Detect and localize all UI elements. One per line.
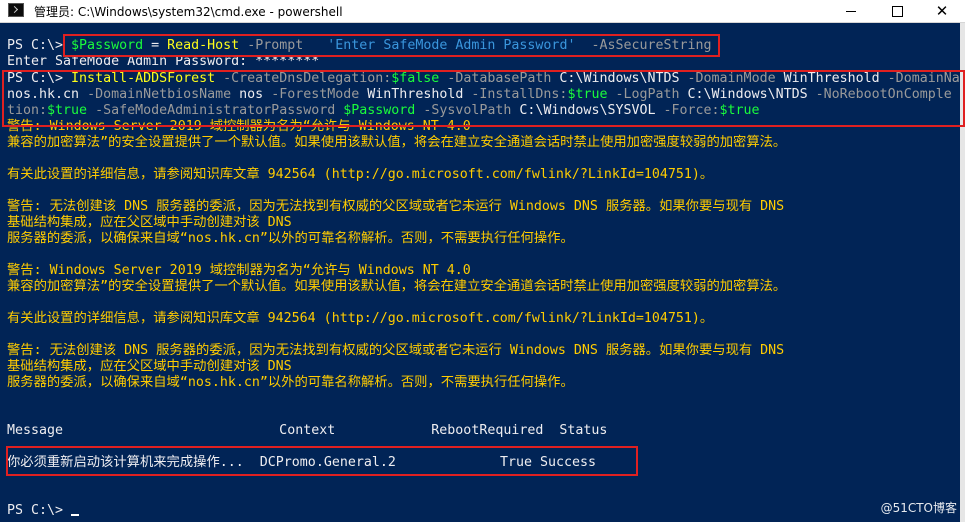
warning-line: 兼容的加密算法”的安全设置提供了一个默认值。如果使用该默认值，将会在建立安全通道… bbox=[7, 279, 787, 294]
warning-line: 警告: Windows Server 2019 域控制器为名为“允许与 Wind… bbox=[7, 263, 471, 278]
warning-line: 服务器的委派，以确保来自域“nos.hk.cn”以外的可靠名称解析。否则，不需要… bbox=[7, 375, 574, 390]
maximize-button[interactable] bbox=[874, 0, 920, 22]
minimize-icon bbox=[846, 10, 856, 12]
warning-line: 服务器的委派，以确保来自域“nos.hk.cn”以外的可靠名称解析。否则，不需要… bbox=[7, 231, 574, 246]
warning-line: 有关此设置的详细信息，请参阅知识库文章 942564 (http://go.mi… bbox=[7, 311, 714, 326]
cmd-icon bbox=[8, 3, 24, 17]
prompt-text: PS C:\> bbox=[7, 503, 72, 518]
warning-line: 兼容的加密算法”的安全设置提供了一个默认值。如果使用该默认值，将会在建立安全通道… bbox=[7, 135, 787, 150]
result-table-header: Message Context RebootRequired Status bbox=[7, 423, 608, 438]
minimize-button[interactable] bbox=[828, 0, 874, 22]
annotation-box-result bbox=[6, 446, 638, 476]
window-title: 管理员: C:\Windows\system32\cmd.exe - power… bbox=[34, 5, 343, 19]
warning-line: 基础结构集成，应在父区域中手动创建对该 DNS bbox=[7, 359, 292, 374]
annotation-box-read-host bbox=[63, 34, 720, 57]
annotation-box-install-command bbox=[2, 70, 965, 127]
final-prompt-line[interactable]: PS C:\> bbox=[7, 503, 80, 519]
warning-line: 警告: 无法创建该 DNS 服务器的委派，因为无法找到有权威的父区域或者它未运行… bbox=[7, 199, 785, 214]
close-icon: ✕ bbox=[935, 2, 949, 20]
warning-line: 有关此设置的详细信息，请参阅知识库文章 942564 (http://go.mi… bbox=[7, 167, 714, 182]
warning-line: 基础结构集成，应在父区域中手动创建对该 DNS bbox=[7, 215, 292, 230]
warning-line: 警告: 无法创建该 DNS 服务器的委派，因为无法找到有权威的父区域或者它未运行… bbox=[7, 343, 785, 358]
text-cursor bbox=[71, 514, 80, 516]
close-button[interactable]: ✕ bbox=[919, 0, 965, 22]
maximize-icon bbox=[891, 5, 903, 17]
watermark: @51CTO博客 bbox=[880, 501, 957, 515]
title-bar[interactable]: 管理员: C:\Windows\system32\cmd.exe - power… bbox=[0, 0, 965, 23]
